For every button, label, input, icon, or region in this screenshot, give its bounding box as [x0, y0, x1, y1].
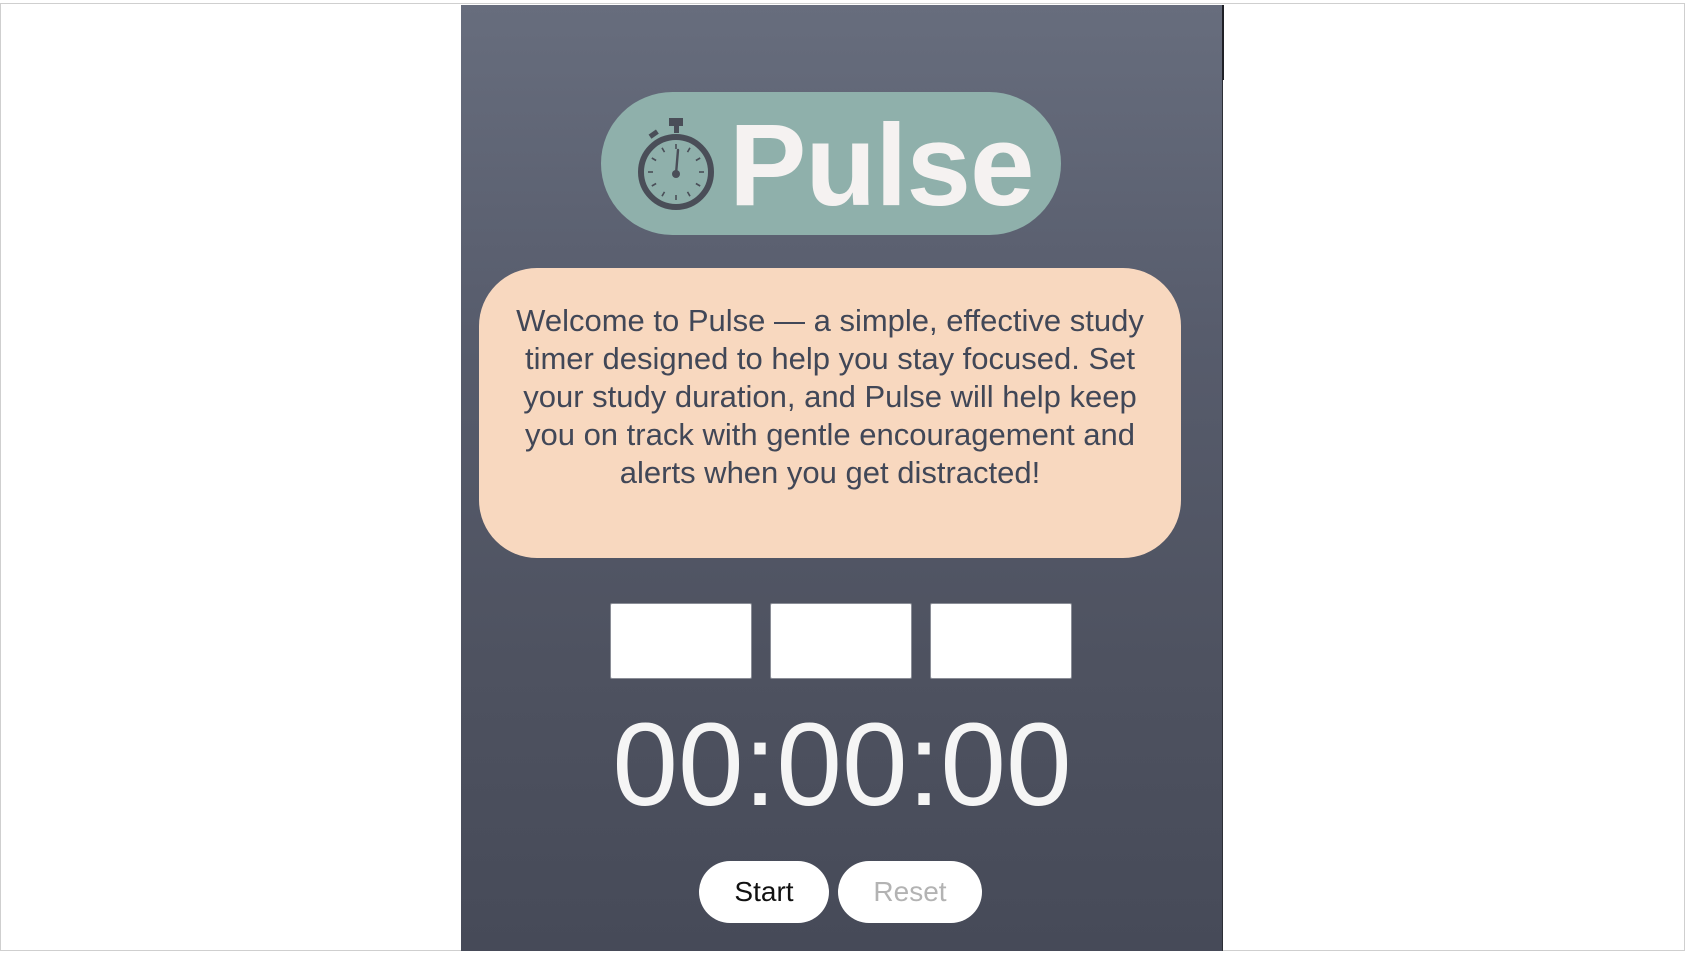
extension-popup: Pulse Welcome to Pulse — a simple, effec… — [461, 5, 1223, 951]
seconds-input[interactable] — [930, 603, 1072, 679]
app-logo: Pulse — [601, 92, 1061, 235]
reset-button[interactable]: Reset — [838, 861, 982, 923]
app-title: Pulse — [729, 100, 1034, 230]
stopwatch-icon — [638, 118, 714, 210]
start-button[interactable]: Start — [699, 861, 829, 923]
hours-input[interactable] — [610, 603, 752, 679]
minutes-input[interactable] — [770, 603, 912, 679]
welcome-message-box: Welcome to Pulse — a simple, effective s… — [479, 268, 1181, 558]
welcome-text: Welcome to Pulse — a simple, effective s… — [516, 303, 1144, 490]
timer-display: 00:00:00 — [612, 699, 1072, 831]
screen: Pulse Welcome to Pulse — a simple, effec… — [0, 0, 1688, 954]
popup-border-edge — [1222, 5, 1224, 80]
duration-inputs — [610, 603, 1074, 681]
